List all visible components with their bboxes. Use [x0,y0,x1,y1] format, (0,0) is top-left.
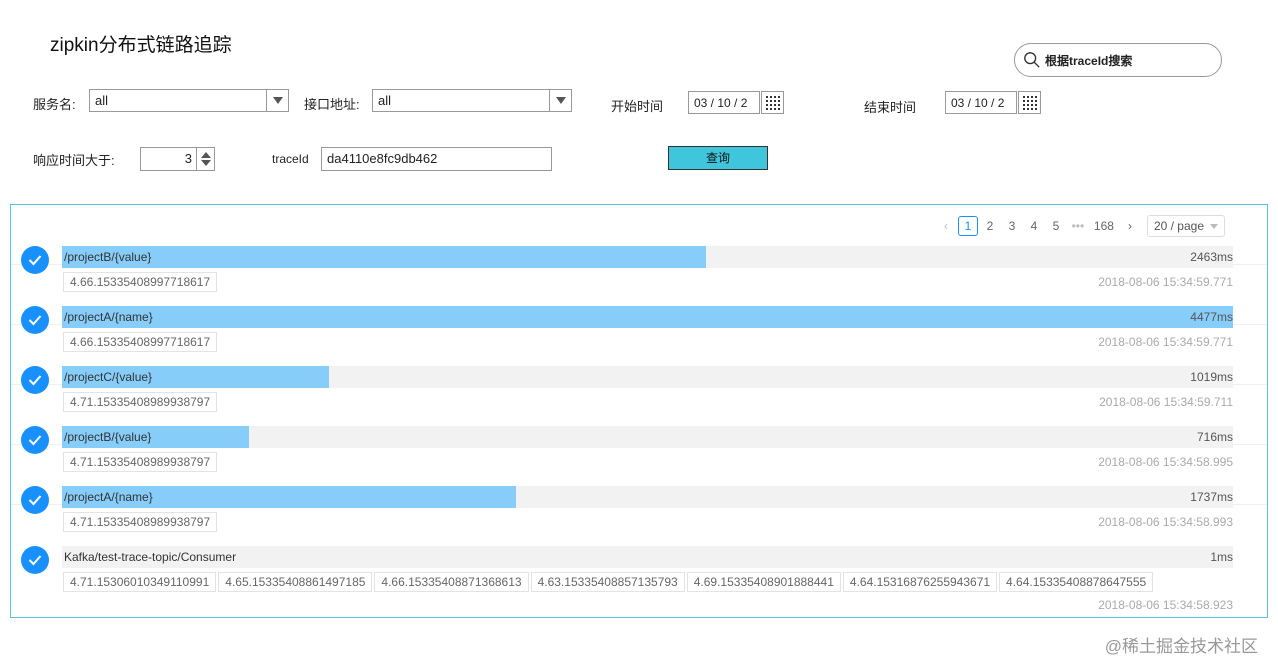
check-circle-icon [21,546,49,574]
start-time-label: 开始时间 [611,99,664,114]
trace-tag[interactable]: 4.64.15335408878647555 [999,572,1154,592]
traceid-search-input[interactable]: 根据traceId搜索 [1014,43,1222,77]
search-icon [1024,52,1040,68]
end-calendar-button[interactable] [1018,91,1041,114]
service-select-value: all [95,93,109,108]
trace-route[interactable]: Kafka/test-trace-topic/Consumer [64,546,236,568]
service-select[interactable]: all [89,89,289,112]
trace-tag[interactable]: 4.66.15335408871368613 [374,572,529,592]
results-panel: ‹ 1 2 3 4 5 ••• 168 › 20 / page /project… [10,204,1268,618]
endpoint-select-value: all [378,93,392,108]
response-time-label: 响应时间大于: [33,153,115,168]
trace-tag[interactable]: 4.71.15306010349110991 [63,572,217,592]
calendar-icon [766,96,780,110]
trace-tag-list: 4.71.15306010349110991 4.65.1533540886149… [63,572,1154,592]
page-title: zipkin分布式链路追踪 [50,35,232,56]
trace-timestamp: 2018-08-06 15:34:58.923 [1098,598,1233,612]
duration-bar: Kafka/test-trace-topic/Consumer 1ms [62,546,1233,568]
endpoint-label: 接口地址: [304,97,360,112]
trace-row[interactable]: /projectA/{name} 4477ms 4.66.1533540899771… [11,265,1267,352]
traceid-label: traceId [272,152,309,166]
calendar-icon [1023,96,1037,110]
query-button[interactable]: 查询 [668,146,768,170]
trace-tag[interactable]: 4.63.15335408857135793 [530,572,685,592]
service-label: 服务名: [33,97,76,112]
search-placeholder: 根据traceId搜索 [1045,53,1133,68]
increment-icon[interactable] [200,152,211,158]
trace-row[interactable]: Kafka/test-trace-topic/Consumer 1ms 4.71.1… [11,505,1267,612]
chevron-down-icon[interactable] [266,90,288,111]
start-calendar-button[interactable] [761,91,784,114]
traceid-field[interactable]: da4110e8fc9db462 [321,147,552,171]
trace-tag[interactable]: 4.69.15335408901888441 [686,572,841,592]
trace-row[interactable]: /projectA/{name} 1737ms 4.71.1533540898993… [11,445,1267,532]
end-time-label: 结束时间 [864,100,917,115]
trace-tag[interactable]: 4.64.15316876255943671 [842,572,998,592]
end-date-input[interactable]: 03 / 10 / 2 [945,91,1017,114]
trace-row[interactable]: /projectB/{value} 716ms 4.71.1533540898993… [11,385,1267,472]
trace-duration: 1ms [1210,550,1233,564]
response-time-value: 3 [184,151,192,166]
trace-tag[interactable]: 4.65.15335408861497185 [218,572,373,592]
watermark: @稀土掘金技术社区 [1104,637,1258,656]
chevron-down-icon[interactable] [549,90,571,111]
trace-row[interactable]: /projectB/{value} 2463ms 4.66.153354089977… [11,205,1267,292]
endpoint-select[interactable]: all [372,89,572,112]
start-date-input[interactable]: 03 / 10 / 2 [688,91,760,114]
trace-row[interactable]: /projectC/{value} 1019ms 4.71.153354089899… [11,325,1267,412]
response-time-stepper[interactable]: 3 [140,147,215,171]
decrement-icon[interactable] [200,160,211,166]
